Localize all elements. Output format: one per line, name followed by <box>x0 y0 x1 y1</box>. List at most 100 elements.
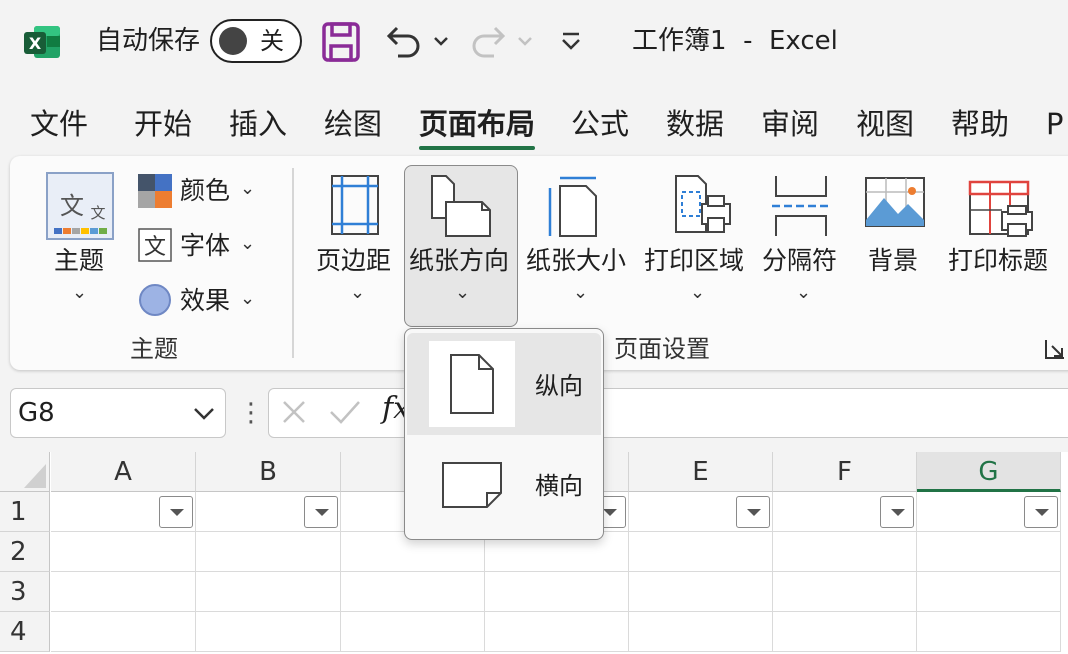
select-all-triangle-icon <box>24 464 46 488</box>
filter-dropdown-g[interactable] <box>1024 496 1058 528</box>
tab-help[interactable]: 帮助 <box>951 104 1009 144</box>
tab-file[interactable]: 文件 <box>30 104 88 144</box>
breaks-label[interactable]: 分隔符 <box>762 246 837 276</box>
print-titles-label[interactable]: 打印标题 <box>948 246 1048 276</box>
grid-cell[interactable] <box>773 532 917 572</box>
undo-dropdown-icon[interactable] <box>432 34 450 48</box>
grid-cell[interactable] <box>629 532 773 572</box>
redo-dropdown-icon[interactable] <box>516 34 534 48</box>
effects-label[interactable]: 效果 <box>180 286 230 316</box>
margins-label[interactable]: 页边距 <box>316 246 391 276</box>
excel-logo-icon[interactable]: X <box>24 24 62 60</box>
landscape-label: 横向 <box>535 472 583 500</box>
margins-chevron-down-icon[interactable]: ⌄ <box>350 284 365 302</box>
name-box-chevron-down-icon[interactable] <box>192 404 216 422</box>
filter-dropdown-f[interactable] <box>880 496 914 528</box>
background-label[interactable]: 背景 <box>868 246 918 276</box>
print-area-icon[interactable] <box>672 174 734 238</box>
grid-cell[interactable] <box>196 612 341 652</box>
column-header-f[interactable]: F <box>773 452 917 492</box>
colors-chevron-down-icon[interactable]: ⌄ <box>240 180 255 198</box>
tab-review[interactable]: 审阅 <box>761 104 819 144</box>
grid-cell[interactable] <box>773 572 917 612</box>
breaks-chevron-down-icon[interactable]: ⌄ <box>796 284 811 302</box>
print-area-label[interactable]: 打印区域 <box>644 246 744 276</box>
grid-cell[interactable] <box>51 532 196 572</box>
grid-cell[interactable] <box>485 612 629 652</box>
themes-group-label: 主题 <box>130 335 178 363</box>
grid-cell[interactable] <box>629 612 773 652</box>
column-header-e[interactable]: E <box>629 452 773 492</box>
page-setup-group-label: 页面设置 <box>614 335 710 363</box>
tab-insert[interactable]: 插入 <box>229 104 287 144</box>
menu-item-landscape[interactable]: 横向 <box>407 435 601 537</box>
column-header-b[interactable]: B <box>196 452 341 492</box>
themes-icon[interactable]: 文 文 <box>46 172 114 240</box>
menu-item-portrait[interactable]: 纵向 <box>407 333 601 435</box>
paper-size-chevron-down-icon[interactable]: ⌄ <box>573 284 588 302</box>
column-header-g[interactable]: G <box>917 452 1061 492</box>
background-icon[interactable] <box>864 176 926 228</box>
row-header-4[interactable]: 4 <box>0 612 50 652</box>
grid-cell[interactable] <box>917 532 1061 572</box>
grid-cell[interactable] <box>341 572 485 612</box>
grid-cell[interactable] <box>773 612 917 652</box>
title-bar: X 自动保存 关 工作簿1 - Excel <box>0 0 1068 86</box>
filter-dropdown-b[interactable] <box>304 496 338 528</box>
grid-cell[interactable] <box>196 572 341 612</box>
undo-icon[interactable] <box>384 22 422 62</box>
print-area-chevron-down-icon[interactable]: ⌄ <box>690 284 705 302</box>
themes-chevron-down-icon[interactable]: ⌄ <box>72 284 87 302</box>
themes-label[interactable]: 主题 <box>54 246 104 276</box>
svg-text:文: 文 <box>60 192 84 220</box>
grid-cell[interactable] <box>51 612 196 652</box>
paper-size-icon[interactable] <box>546 174 606 238</box>
svg-text:文: 文 <box>144 235 166 260</box>
row-header-1[interactable]: 1 <box>0 492 50 532</box>
dialog-launcher-icon[interactable] <box>1044 338 1066 360</box>
autosave-state: 关 <box>260 27 284 55</box>
paper-size-label[interactable]: 纸张大小 <box>526 246 626 276</box>
tab-page-layout[interactable]: 页面布局 <box>419 104 536 150</box>
breaks-icon[interactable] <box>770 174 832 238</box>
column-header-a[interactable]: A <box>51 452 196 492</box>
tab-overflow[interactable]: P <box>1046 104 1064 144</box>
row-header-3[interactable]: 3 <box>0 572 50 612</box>
row-header-2[interactable]: 2 <box>0 532 50 572</box>
portrait-icon <box>450 354 494 414</box>
tab-home[interactable]: 开始 <box>134 104 192 144</box>
tab-view[interactable]: 视图 <box>856 104 914 144</box>
autosave-toggle[interactable]: 关 <box>210 19 302 63</box>
grid-cell[interactable] <box>485 572 629 612</box>
effects-icon[interactable] <box>138 283 172 317</box>
fonts-icon[interactable]: 文 <box>138 228 172 262</box>
ribbon-tabs: 文件 开始 插入 绘图 页面布局 公式 数据 审阅 视图 帮助 P <box>0 104 1068 150</box>
colors-label[interactable]: 颜色 <box>180 176 230 206</box>
grid-cell[interactable] <box>51 572 196 612</box>
filter-dropdown-a[interactable] <box>159 496 193 528</box>
orientation-label: 纸张方向 <box>409 246 510 275</box>
enter-icon[interactable] <box>328 398 362 426</box>
fonts-label[interactable]: 字体 <box>180 231 230 261</box>
grid-cell[interactable] <box>917 612 1061 652</box>
more-options-icon[interactable]: ⋮ <box>238 396 264 430</box>
autosave-label: 自动保存 <box>96 26 201 56</box>
grid-cell[interactable] <box>196 532 341 572</box>
colors-icon[interactable] <box>138 174 172 208</box>
tab-formulas[interactable]: 公式 <box>571 104 629 144</box>
tab-draw[interactable]: 绘图 <box>324 104 382 144</box>
grid-cell[interactable] <box>341 612 485 652</box>
fonts-chevron-down-icon[interactable]: ⌄ <box>240 235 255 253</box>
filter-dropdown-e[interactable] <box>736 496 770 528</box>
effects-chevron-down-icon[interactable]: ⌄ <box>240 290 255 308</box>
print-titles-icon[interactable] <box>968 180 1036 240</box>
grid-cell[interactable] <box>629 572 773 612</box>
tab-data[interactable]: 数据 <box>666 104 724 144</box>
svg-text:文: 文 <box>90 204 105 222</box>
margins-icon[interactable] <box>330 174 380 236</box>
cancel-icon[interactable] <box>280 398 308 426</box>
grid-cell[interactable] <box>917 572 1061 612</box>
redo-icon[interactable] <box>470 22 508 62</box>
save-icon[interactable] <box>322 22 360 62</box>
customize-toolbar-icon[interactable] <box>558 30 584 52</box>
